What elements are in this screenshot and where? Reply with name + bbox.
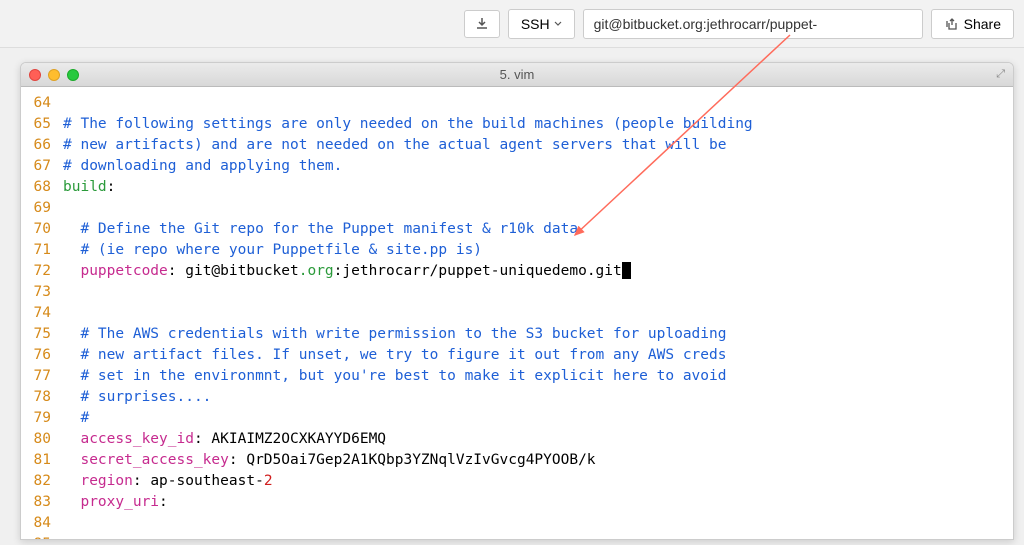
line-number: 73 xyxy=(21,282,63,303)
code-line: 73 xyxy=(21,282,1013,303)
code-text: # The following settings are only needed… xyxy=(63,114,1013,135)
code-line: 72 puppetcode: git@bitbucket.org:jethroc… xyxy=(21,261,1013,282)
line-number: 74 xyxy=(21,303,63,324)
maximize-button[interactable] xyxy=(67,69,79,81)
code-line: 80 access_key_id: AKIAIMZ2OCXKAYYD6EMQ xyxy=(21,429,1013,450)
code-line: 74 xyxy=(21,303,1013,324)
line-number: 67 xyxy=(21,156,63,177)
window-title: 5. vim xyxy=(29,67,1005,82)
code-line: 85 xyxy=(21,534,1013,540)
download-button[interactable] xyxy=(464,10,500,38)
code-text xyxy=(63,534,1013,540)
code-text: # The AWS credentials with write permiss… xyxy=(63,324,1013,345)
line-number: 84 xyxy=(21,513,63,534)
editor-content[interactable]: 6465# The following settings are only ne… xyxy=(21,87,1013,540)
code-text xyxy=(63,513,1013,534)
line-number: 81 xyxy=(21,450,63,471)
expand-icon[interactable]: ⤢ xyxy=(996,68,1005,81)
code-line: 66# new artifacts) and are not needed on… xyxy=(21,135,1013,156)
line-number: 79 xyxy=(21,408,63,429)
code-line: 82 region: ap-southeast-2 xyxy=(21,471,1013,492)
code-text: # xyxy=(63,408,1013,429)
code-line: 68build: xyxy=(21,177,1013,198)
share-label: Share xyxy=(964,16,1001,32)
code-text: # surprises.... xyxy=(63,387,1013,408)
top-toolbar: SSH Share xyxy=(0,0,1024,48)
line-number: 85 xyxy=(21,534,63,540)
line-number: 82 xyxy=(21,471,63,492)
code-text xyxy=(63,198,1013,219)
line-number: 78 xyxy=(21,387,63,408)
line-number: 76 xyxy=(21,345,63,366)
terminal-window: 5. vim ⤢ 6465# The following settings ar… xyxy=(20,62,1014,540)
code-line: 67# downloading and applying them. xyxy=(21,156,1013,177)
line-number: 70 xyxy=(21,219,63,240)
line-number: 77 xyxy=(21,366,63,387)
code-line: 76 # new artifact files. If unset, we tr… xyxy=(21,345,1013,366)
code-line: 83 proxy_uri: xyxy=(21,492,1013,513)
code-text: proxy_uri: xyxy=(63,492,1013,513)
line-number: 75 xyxy=(21,324,63,345)
code-text: access_key_id: AKIAIMZ2OCXKAYYD6EMQ xyxy=(63,429,1013,450)
code-text: # new artifacts) and are not needed on t… xyxy=(63,135,1013,156)
code-text: build: xyxy=(63,177,1013,198)
protocol-label: SSH xyxy=(521,16,550,32)
line-number: 71 xyxy=(21,240,63,261)
code-line: 75 # The AWS credentials with write perm… xyxy=(21,324,1013,345)
code-text: puppetcode: git@bitbucket.org:jethrocarr… xyxy=(63,261,1013,282)
code-line: 77 # set in the environmnt, but you're b… xyxy=(21,366,1013,387)
traffic-lights xyxy=(29,69,79,81)
code-text xyxy=(63,303,1013,324)
code-line: 81 secret_access_key: QrD5Oai7Gep2A1KQbp… xyxy=(21,450,1013,471)
code-text: secret_access_key: QrD5Oai7Gep2A1KQbp3YZ… xyxy=(63,450,1013,471)
code-line: 70 # Define the Git repo for the Puppet … xyxy=(21,219,1013,240)
window-titlebar[interactable]: 5. vim ⤢ xyxy=(21,63,1013,87)
line-number: 69 xyxy=(21,198,63,219)
line-number: 83 xyxy=(21,492,63,513)
code-text: # downloading and applying them. xyxy=(63,156,1013,177)
code-line: 78 # surprises.... xyxy=(21,387,1013,408)
code-text: region: ap-southeast-2 xyxy=(63,471,1013,492)
clone-url-field[interactable] xyxy=(583,9,923,39)
line-number: 66 xyxy=(21,135,63,156)
code-line: 84 xyxy=(21,513,1013,534)
code-text: # set in the environmnt, but you're best… xyxy=(63,366,1013,387)
code-line: 71 # (ie repo where your Puppetfile & si… xyxy=(21,240,1013,261)
line-number: 65 xyxy=(21,114,63,135)
line-number: 80 xyxy=(21,429,63,450)
code-text: # new artifact files. If unset, we try t… xyxy=(63,345,1013,366)
code-line: 69 xyxy=(21,198,1013,219)
code-text xyxy=(63,93,1013,114)
line-number: 72 xyxy=(21,261,63,282)
close-button[interactable] xyxy=(29,69,41,81)
minimize-button[interactable] xyxy=(48,69,60,81)
protocol-dropdown[interactable]: SSH xyxy=(508,9,575,39)
share-button[interactable]: Share xyxy=(931,9,1014,39)
code-line: 64 xyxy=(21,93,1013,114)
line-number: 64 xyxy=(21,93,63,114)
code-text xyxy=(63,282,1013,303)
line-number: 68 xyxy=(21,177,63,198)
code-text: # (ie repo where your Puppetfile & site.… xyxy=(63,240,1013,261)
code-text: # Define the Git repo for the Puppet man… xyxy=(63,219,1013,240)
share-icon xyxy=(944,17,958,31)
cursor xyxy=(622,262,631,279)
download-icon xyxy=(475,17,489,31)
chevron-down-icon xyxy=(554,20,562,28)
code-line: 79 # xyxy=(21,408,1013,429)
code-line: 65# The following settings are only need… xyxy=(21,114,1013,135)
